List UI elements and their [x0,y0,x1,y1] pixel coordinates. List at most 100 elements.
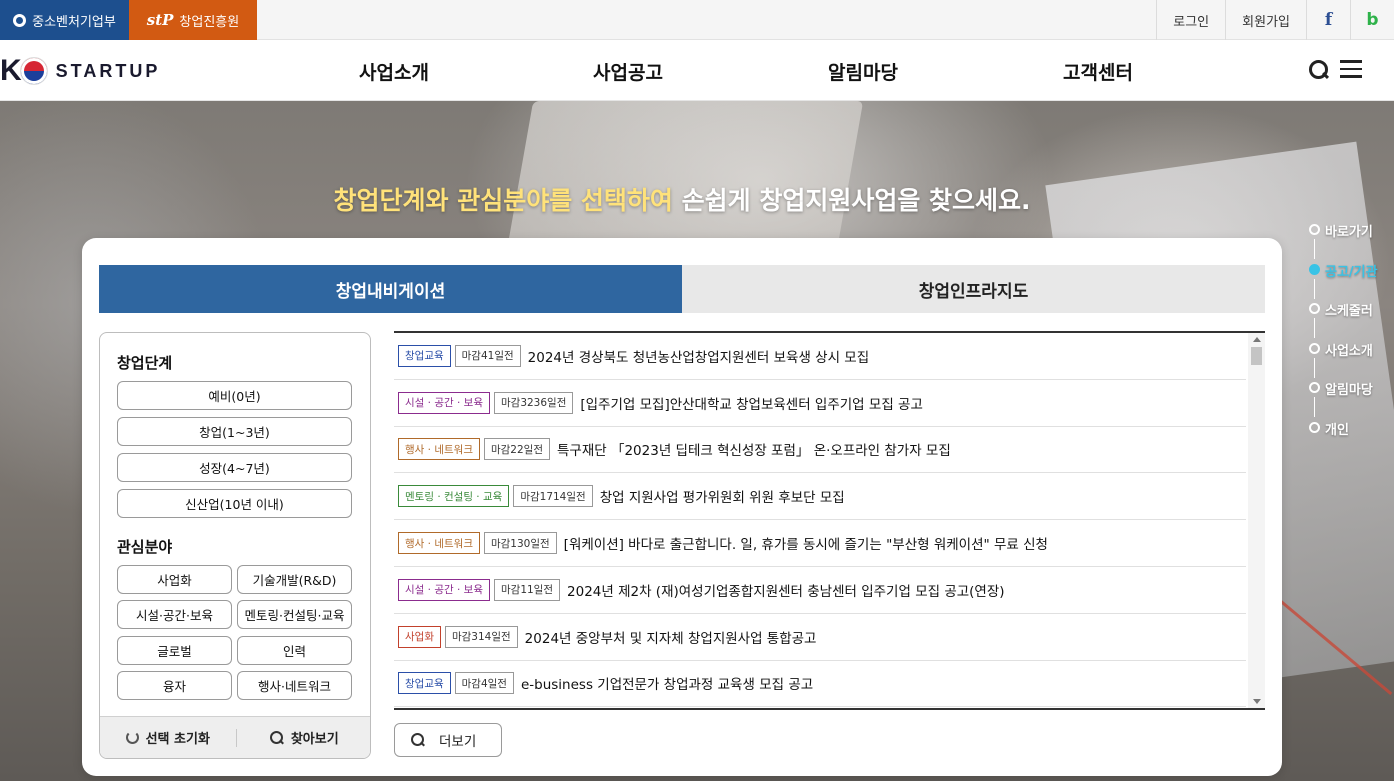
nav-announcements[interactable]: 사업공고 [593,58,663,85]
category-tag: 시설 · 공간 · 보육 [398,578,490,601]
deadline-badge: 마감130일전 [483,532,557,555]
deadline-badge: 마감4일전 [454,672,514,695]
reset-label: 선택 초기화 [145,732,210,747]
blog-icon[interactable]: b [1350,0,1394,40]
field-button-loan[interactable]: 융자 [117,671,232,700]
deadline-badge: 마감22일전 [483,438,550,461]
search-icon [269,730,284,745]
quick-nav-personal[interactable]: 개인 [1309,419,1394,459]
category-tag: 창업교육 [398,672,451,695]
list-item[interactable]: 행사 · 네트워크 마감130일전 [워케이션] 바다로 출근합니다. 일, 휴가를… [394,520,1246,567]
facebook-icon[interactable]: f [1306,0,1350,40]
announcement-title[interactable]: 2024년 제2차 (재)여성기업종합지원센터 충남센터 입주기업 모집 공고(… [567,580,1005,600]
quick-nav-about[interactable]: 사업소개 [1309,340,1394,380]
reset-button[interactable]: 선택 초기화 [100,717,236,758]
hero-title: 창업단계와 관심분야를 선택하여 손쉽게 창업지원사업을 찾으세요. [0,181,1364,217]
field-button-commercialization[interactable]: 사업화 [117,565,232,594]
search-icon[interactable] [1308,59,1330,81]
circle-icon [1309,382,1320,393]
field-button-global[interactable]: 글로벌 [117,636,232,665]
stage-button-growth[interactable]: 성장(4~7년) [117,453,352,482]
more-button[interactable]: 더보기 [394,723,502,757]
category-tag: 멘토링 · 컨설팅 · 교육 [398,485,510,508]
list-item[interactable]: 행사 · 네트워크 마감22일전 특구재단 「2023년 딥테크 혁신성장 포럼」 … [394,427,1246,474]
field-button-event[interactable]: 행사·네트워크 [237,671,352,700]
deadline-badge: 마감11일전 [494,578,561,601]
list-item[interactable]: 시설 · 공간 · 보육 마감11일전 2024년 제2차 (재)여성기업종합지원센… [394,567,1246,614]
stage-button-early[interactable]: 창업(1~3년) [117,417,352,446]
kised-link[interactable]: stP 창업진흥원 [129,0,257,40]
nav-about[interactable]: 사업소개 [359,58,429,85]
filter-footer: 선택 초기화 찾아보기 [100,716,371,758]
mss-label: 중소벤처기업부 [32,14,116,30]
utility-links: 로그인 회원가입 f b [1156,0,1394,40]
quick-nav-scheduler[interactable]: 스케줄러 [1309,300,1394,340]
category-tag: 행사 · 네트워크 [398,438,480,461]
find-button[interactable]: 찾아보기 [237,717,371,758]
announcement-title[interactable]: 2024년 경상북도 청년농산업창업지원센터 보육생 상시 모집 [528,346,869,366]
tab-infra-map[interactable]: 창업인프라지도 [682,265,1265,313]
list-item[interactable]: 창업교육 마감41일전 2024년 경상북도 청년농산업창업지원센터 보육생 상시 … [394,333,1246,380]
field-heading: 관심분야 [117,538,173,556]
circle-icon [1309,263,1320,275]
category-tag: 행사 · 네트워크 [398,532,480,555]
stage-button-pre[interactable]: 예비(0년) [117,381,352,410]
list-scrollbar[interactable] [1248,333,1265,708]
category-tag: 사업화 [398,625,441,648]
stage-heading: 창업단계 [117,354,173,372]
circle-icon [1309,303,1320,314]
more-label: 더보기 [439,734,477,750]
nav-support[interactable]: 고객센터 [1063,58,1133,85]
hero-title-highlight: 창업단계와 관심분야를 선택하여 [333,186,673,215]
deadline-badge: 마감1714일전 [513,485,593,508]
refresh-icon [125,731,139,744]
mss-link[interactable]: 중소벤처기업부 [0,0,129,40]
category-tag: 시설 · 공간 · 보육 [398,391,490,414]
announcement-title[interactable]: [입주기업 모집]안산대학교 창업보육센터 입주기업 모집 공고 [580,393,923,413]
scroll-thumb[interactable] [1251,347,1262,365]
deadline-badge: 마감41일전 [454,344,521,367]
list-item[interactable]: 사업화 마감314일전 2024년 중앙부처 및 지자체 창업지원사업 통합공고 [394,614,1246,661]
filter-box: 창업단계 예비(0년) 창업(1~3년) 성장(4~7년) 신산업(10년 이내… [99,332,371,759]
scroll-up-icon[interactable] [1253,337,1261,342]
find-label: 찾아보기 [290,732,339,747]
field-button-hr[interactable]: 인력 [237,636,352,665]
kised-label: 창업진흥원 [179,14,240,30]
stage-button-new-industry[interactable]: 신산업(10년 이내) [117,489,352,518]
announcement-list: 창업교육 마감41일전 2024년 경상북도 청년농산업창업지원센터 보육생 상시 … [394,331,1265,710]
announcement-title[interactable]: e-business 기업전문가 창업과정 교육생 모집 공고 [521,673,813,693]
scroll-down-icon[interactable] [1253,699,1261,704]
quick-nav: 바로가기 공고/기관 스케줄러 사업소개 알림마당 개인 [1309,221,1394,458]
list-item[interactable]: 창업교육 마감4일전 e-business 기업전문가 창업과정 교육생 모집 공고 [394,661,1246,708]
login-link[interactable]: 로그인 [1156,0,1225,40]
list-item[interactable]: 멘토링 · 컨설팅 · 교육 마감1714일전 창업 지원사업 평가위원회 위원 후… [394,473,1246,521]
announcement-title[interactable]: 2024년 중앙부처 및 지자체 창업지원사업 통합공고 [525,627,817,647]
field-button-rnd[interactable]: 기술개발(R&D) [237,565,352,594]
deadline-badge: 마감314일전 [444,625,518,648]
quick-nav-shortcut[interactable]: 바로가기 [1309,221,1394,261]
field-button-space[interactable]: 시설·공간·보육 [117,600,232,629]
quick-nav-announcements[interactable]: 공고/기관 [1309,261,1394,301]
deadline-badge: 마감3236일전 [494,391,574,414]
join-link[interactable]: 회원가입 [1225,0,1306,40]
hero-background-notebook [506,101,864,251]
nav-notice[interactable]: 알림마당 [828,58,898,85]
announcement-title[interactable]: 창업 지원사업 평가위원회 위원 후보단 모집 [600,486,845,506]
quick-nav-notice[interactable]: 알림마당 [1309,379,1394,419]
main-nav: 사업소개 사업공고 알림마당 고객센터 [0,41,1394,101]
hero-title-rest: 손쉽게 창업지원사업을 찾으세요. [672,186,1031,215]
field-button-mentoring[interactable]: 멘토링·컨설팅·교육 [237,600,352,629]
utility-bar: 중소벤처기업부 stP 창업진흥원 로그인 회원가입 f b [0,0,1394,40]
circle-icon [1309,342,1320,354]
hamburger-menu-icon[interactable] [1340,60,1362,78]
navigation-panel: 창업내비게이션 창업인프라지도 창업단계 예비(0년) 창업(1~3년) 성장(… [82,238,1282,776]
announcement-title[interactable]: 특구재단 「2023년 딥테크 혁신성장 포럼」 온·오프라인 참가자 모집 [557,439,951,459]
tab-startup-navigation[interactable]: 창업내비게이션 [99,265,682,313]
category-tag: 창업교육 [398,344,451,367]
panel-tabs: 창업내비게이션 창업인프라지도 [99,265,1265,313]
list-item[interactable]: 시설 · 공간 · 보육 마감3236일전 [입주기업 모집]안산대학교 창업보육센… [394,380,1246,427]
mss-emblem-icon [13,13,27,27]
search-icon [411,733,425,747]
circle-icon [1309,421,1320,433]
announcement-title[interactable]: [워케이션] 바다로 출근합니다. 일, 휴가를 동시에 즐기는 "부산형 워케… [564,533,1048,553]
